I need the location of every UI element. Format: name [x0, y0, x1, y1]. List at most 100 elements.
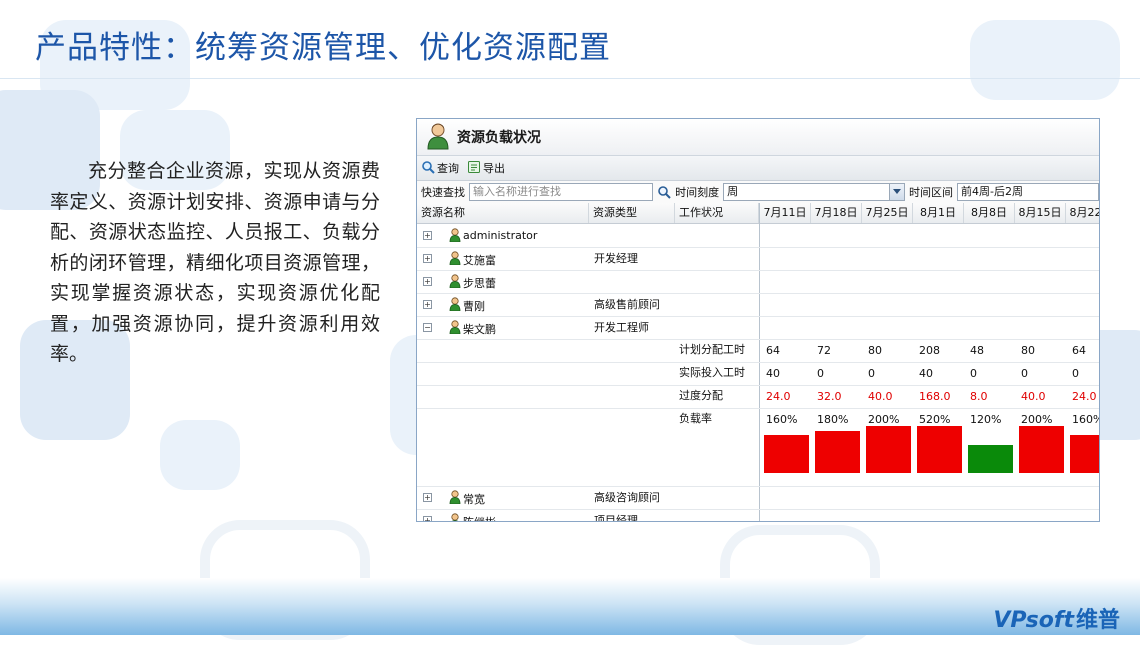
slide-title: 产品特性：统筹资源管理、优化资源配置: [35, 30, 611, 66]
resource-type: 项目经理: [594, 514, 638, 522]
resource-name: 柴文鹏: [463, 323, 496, 336]
bg-decor-tile: [160, 420, 240, 490]
expand-icon[interactable]: +: [423, 277, 432, 286]
search-icon: [421, 160, 437, 177]
resource-row[interactable]: + 常宽 高级咨询顾问: [417, 486, 1099, 510]
load-rate-label: 负载率: [679, 412, 712, 425]
range-input[interactable]: 前4周-后2周: [957, 183, 1099, 201]
expand-icon[interactable]: +: [423, 254, 432, 263]
resource-row[interactable]: + 步思蕾: [417, 270, 1099, 294]
window-header: 资源负载状况: [417, 119, 1099, 156]
resource-row[interactable]: + 曹刚 高级售前顾问: [417, 293, 1099, 317]
load-rate-value: 120%: [970, 413, 1002, 426]
column-header-date[interactable]: 8月1日: [913, 203, 964, 223]
grid-header: 资源名称 资源类型 工作状况 7月11日 7月18日 7月25日 8月1日 8月…: [417, 203, 1099, 224]
user-icon: [449, 228, 461, 245]
column-header-date[interactable]: 7月25日: [862, 203, 913, 223]
range-label: 时间区间: [909, 186, 954, 199]
column-header-name[interactable]: 资源名称: [417, 203, 589, 223]
resource-name: 曹刚: [463, 300, 485, 313]
collapse-icon[interactable]: −: [423, 323, 432, 332]
planned-hours-value: 72: [817, 344, 831, 357]
resource-type: 开发经理: [594, 252, 638, 265]
user-icon: [449, 513, 461, 521]
granularity-label: 时间刻度: [675, 186, 720, 199]
column-header-date[interactable]: 8月8日: [964, 203, 1015, 223]
resource-name: 艾施富: [463, 254, 496, 267]
load-rate-value: 200%: [1021, 413, 1053, 426]
user-icon: [449, 320, 461, 337]
toolbar: 查询 导出: [417, 156, 1099, 181]
planned-hours-value: 80: [868, 344, 882, 357]
detail-row-planned-hours: 计划分配工时 64 72 80 208 48 80 64: [417, 339, 1099, 363]
export-label: 导出: [483, 162, 505, 175]
load-rate-value: 200%: [868, 413, 900, 426]
planned-hours-value: 80: [1021, 344, 1035, 357]
over-allocation-value: 24.0: [1072, 390, 1097, 403]
expand-icon[interactable]: +: [423, 516, 432, 521]
over-allocation-value: 32.0: [817, 390, 842, 403]
column-header-date[interactable]: 7月11日: [760, 203, 811, 223]
load-bar: [1019, 426, 1064, 473]
load-bar: [917, 426, 962, 473]
person-icon: [427, 122, 449, 153]
detail-row-load-rate: 负载率 160% 180% 200% 520% 120% 200% 160%: [417, 408, 1099, 487]
resource-row[interactable]: + 艾施富 开发经理: [417, 247, 1099, 271]
granularity-select[interactable]: 周: [723, 183, 906, 201]
export-button[interactable]: 导出: [467, 160, 505, 177]
detail-row-over-allocation: 过度分配 24.0 32.0 40.0 168.0 8.0 40.0 24.0: [417, 385, 1099, 409]
export-icon: [467, 160, 483, 177]
resource-type: 开发工程师: [594, 321, 649, 334]
expand-icon[interactable]: +: [423, 231, 432, 240]
planned-hours-value: 48: [970, 344, 984, 357]
load-rate-value: 160%: [1072, 413, 1099, 426]
slide-body-text: 充分整合企业资源，实现从资源费率定义、资源计划安排、资源申请与分配、资源状态监控…: [50, 160, 380, 365]
resource-row[interactable]: + 陈继彬 项目经理: [417, 509, 1099, 522]
planned-hours-value: 64: [766, 344, 780, 357]
resource-type: 高级咨询顾问: [594, 491, 660, 504]
magnifier-icon[interactable]: [657, 185, 671, 199]
search-input[interactable]: 输入名称进行查找: [469, 183, 654, 201]
resource-type: 高级售前顾问: [594, 298, 660, 311]
resource-name: 常宽: [463, 493, 485, 506]
column-header-date[interactable]: 8月22日: [1066, 203, 1100, 223]
column-header-date[interactable]: 8月15日: [1015, 203, 1066, 223]
load-bar: [968, 445, 1013, 473]
column-header-status[interactable]: 工作状况: [675, 203, 759, 223]
resource-row[interactable]: − 柴文鹏 开发工程师: [417, 316, 1099, 340]
load-bar: [815, 431, 860, 473]
chevron-down-icon[interactable]: [889, 184, 905, 200]
detail-row-actual-hours: 实际投入工时 40 0 0 40 0 0 0: [417, 362, 1099, 386]
brand-name-cn: 维普: [1075, 608, 1120, 633]
expand-icon[interactable]: +: [423, 300, 432, 309]
query-button[interactable]: 查询: [421, 160, 459, 177]
actual-hours-label: 实际投入工时: [679, 366, 745, 379]
planned-hours-value: 64: [1072, 344, 1086, 357]
actual-hours-value: 0: [1021, 367, 1028, 380]
user-icon: [449, 251, 461, 268]
search-label: 快速查找: [421, 186, 465, 199]
planned-hours-value: 208: [919, 344, 940, 357]
over-allocation-value: 40.0: [1021, 390, 1046, 403]
title-divider: [0, 78, 1140, 79]
resource-name: 步思蕾: [463, 277, 496, 290]
column-header-type[interactable]: 资源类型: [589, 203, 675, 223]
actual-hours-value: 40: [766, 367, 780, 380]
over-allocation-value: 8.0: [970, 390, 988, 403]
load-bar: [866, 426, 911, 473]
user-icon: [449, 490, 461, 507]
planned-hours-label: 计划分配工时: [679, 343, 745, 356]
brand-logo: VPsoft维普: [993, 602, 1120, 634]
actual-hours-value: 0: [1072, 367, 1079, 380]
user-icon: [449, 297, 461, 314]
bg-decor-tile: [970, 20, 1120, 100]
column-header-date[interactable]: 7月18日: [811, 203, 862, 223]
granularity-value: 周: [727, 185, 739, 198]
expand-icon[interactable]: +: [423, 493, 432, 502]
load-rate-value: 180%: [817, 413, 849, 426]
user-icon: [449, 274, 461, 291]
resource-row[interactable]: + administrator: [417, 224, 1099, 248]
footer-band: [0, 578, 1140, 635]
window-title: 资源负载状况: [457, 130, 541, 146]
brand-name-en: VPsoft: [993, 608, 1074, 633]
